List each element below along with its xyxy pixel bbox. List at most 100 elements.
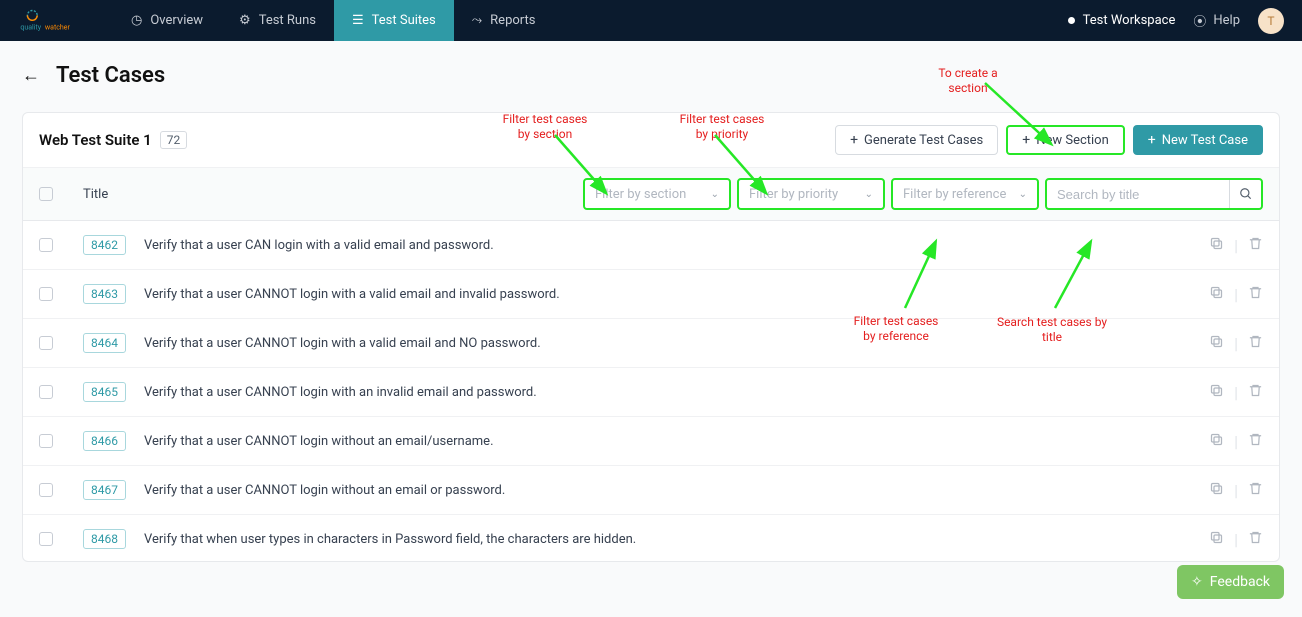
nav-test-suites[interactable]: ☰ Test Suites: [334, 0, 454, 41]
logo[interactable]: qualitywatcher: [18, 7, 93, 35]
delete-icon[interactable]: [1248, 285, 1263, 304]
separator: |: [1234, 285, 1238, 304]
separator: |: [1234, 383, 1238, 402]
table-row[interactable]: 8462 Verify that a user CAN login with a…: [23, 221, 1279, 270]
test-title: Verify that a user CAN login with a vali…: [144, 238, 1209, 253]
new-test-case-button[interactable]: + New Test Case: [1133, 125, 1263, 155]
row-checkbox[interactable]: [39, 287, 53, 301]
test-id-badge[interactable]: 8464: [83, 333, 126, 353]
plus-icon: +: [850, 133, 858, 147]
feedback-button[interactable]: ✧ Feedback: [1177, 565, 1284, 599]
separator: |: [1234, 432, 1238, 451]
row-actions: |: [1209, 334, 1263, 353]
copy-icon[interactable]: [1209, 334, 1224, 353]
test-id-badge[interactable]: 8466: [83, 431, 126, 451]
row-actions: |: [1209, 530, 1263, 549]
test-id-badge[interactable]: 8463: [83, 284, 126, 304]
delete-icon[interactable]: [1248, 236, 1263, 255]
delete-icon[interactable]: [1248, 530, 1263, 549]
search-input[interactable]: [1057, 187, 1251, 202]
sparkle-icon: ✧: [1191, 574, 1203, 590]
copy-icon[interactable]: [1209, 285, 1224, 304]
chevron-down-icon: ⌄: [711, 189, 719, 200]
plus-icon: +: [1022, 133, 1030, 147]
row-checkbox[interactable]: [39, 483, 53, 497]
dot-icon: [1068, 17, 1075, 24]
row-checkbox[interactable]: [39, 434, 53, 448]
button-label: Generate Test Cases: [864, 133, 983, 148]
page-title: Test Cases: [56, 63, 165, 88]
test-id-badge[interactable]: 8465: [83, 382, 126, 402]
chevron-down-icon: ⌄: [1019, 189, 1027, 200]
nav-overview[interactable]: ◷ Overview: [113, 0, 221, 41]
row-checkbox[interactable]: [39, 238, 53, 252]
separator: |: [1234, 481, 1238, 500]
title-column-header: Title: [83, 187, 108, 202]
row-checkbox[interactable]: [39, 385, 53, 399]
select-all-checkbox[interactable]: [39, 187, 53, 201]
delete-icon[interactable]: [1248, 383, 1263, 402]
search-icon-box[interactable]: [1229, 180, 1261, 208]
copy-icon[interactable]: [1209, 530, 1224, 549]
row-checkbox[interactable]: [39, 336, 53, 350]
test-title: Verify that a user CANNOT login without …: [144, 483, 1209, 498]
chart-icon: ⤳: [472, 13, 482, 28]
copy-icon[interactable]: [1209, 432, 1224, 451]
table-row[interactable]: 8467 Verify that a user CANNOT login wit…: [23, 466, 1279, 515]
workspace-selector[interactable]: Test Workspace: [1068, 13, 1176, 28]
nav-label: Test Suites: [372, 13, 436, 28]
filter-placeholder: Filter by priority: [749, 187, 838, 202]
copy-icon[interactable]: [1209, 481, 1224, 500]
test-title: Verify that a user CANNOT login with a v…: [144, 287, 1209, 302]
table-rows: 8462 Verify that a user CAN login with a…: [23, 221, 1279, 561]
filter-priority-select[interactable]: Filter by priority ⌄: [737, 178, 885, 210]
test-title: Verify that when user types in character…: [144, 532, 1209, 547]
gear-icon: ⚙: [239, 13, 251, 28]
workspace-name: Test Workspace: [1083, 13, 1176, 28]
button-label: New Section: [1036, 133, 1109, 148]
delete-icon[interactable]: [1248, 432, 1263, 451]
nav-label: Test Runs: [259, 13, 316, 28]
avatar-initial: T: [1267, 14, 1274, 28]
table-row[interactable]: 8463 Verify that a user CANNOT login wit…: [23, 270, 1279, 319]
row-checkbox[interactable]: [39, 532, 53, 546]
plus-icon: +: [1148, 133, 1156, 147]
test-id-badge[interactable]: 8462: [83, 235, 126, 255]
new-section-button[interactable]: + New Section: [1006, 125, 1125, 155]
back-arrow-icon[interactable]: ←: [22, 65, 40, 86]
nav-test-runs[interactable]: ⚙ Test Runs: [221, 0, 334, 41]
delete-icon[interactable]: [1248, 334, 1263, 353]
help-label: Help: [1213, 13, 1240, 28]
test-id-badge[interactable]: 8467: [83, 480, 126, 500]
generate-button[interactable]: + Generate Test Cases: [835, 125, 998, 155]
top-nav: qualitywatcher ◷ Overview ⚙ Test Runs ☰ …: [0, 0, 1302, 41]
delete-icon[interactable]: [1248, 481, 1263, 500]
feedback-label: Feedback: [1210, 574, 1270, 590]
avatar[interactable]: T: [1258, 8, 1284, 34]
test-title: Verify that a user CANNOT login with an …: [144, 385, 1209, 400]
filter-reference-select[interactable]: Filter by reference ⌄: [891, 178, 1039, 210]
test-title: Verify that a user CANNOT login without …: [144, 434, 1209, 449]
test-title: Verify that a user CANNOT login with a v…: [144, 336, 1209, 351]
separator: |: [1234, 334, 1238, 353]
nav-reports[interactable]: ⤳ Reports: [454, 0, 554, 41]
card: Web Test Suite 1 72 + Generate Test Case…: [22, 112, 1280, 562]
count-badge: 72: [160, 131, 188, 149]
nav-label: Overview: [150, 13, 203, 28]
filter-placeholder: Filter by section: [595, 187, 686, 202]
table-row[interactable]: 8465 Verify that a user CANNOT login wit…: [23, 368, 1279, 417]
chevron-down-icon: ⌄: [865, 189, 873, 200]
table-row[interactable]: 8468 Verify that when user types in char…: [23, 515, 1279, 561]
test-id-badge[interactable]: 8468: [83, 529, 126, 549]
page-header: ← Test Cases: [22, 63, 1280, 88]
help-link[interactable]: ⦿ Help: [1193, 11, 1240, 30]
nav-label: Reports: [490, 13, 535, 28]
table-row[interactable]: 8466 Verify that a user CANNOT login wit…: [23, 417, 1279, 466]
filter-section-select[interactable]: Filter by section ⌄: [583, 178, 731, 210]
button-label: New Test Case: [1162, 133, 1248, 148]
copy-icon[interactable]: [1209, 236, 1224, 255]
copy-icon[interactable]: [1209, 383, 1224, 402]
page: ← Test Cases Web Test Suite 1 72 + Gener…: [0, 41, 1302, 562]
table-row[interactable]: 8464 Verify that a user CANNOT login wit…: [23, 319, 1279, 368]
separator: |: [1234, 530, 1238, 549]
